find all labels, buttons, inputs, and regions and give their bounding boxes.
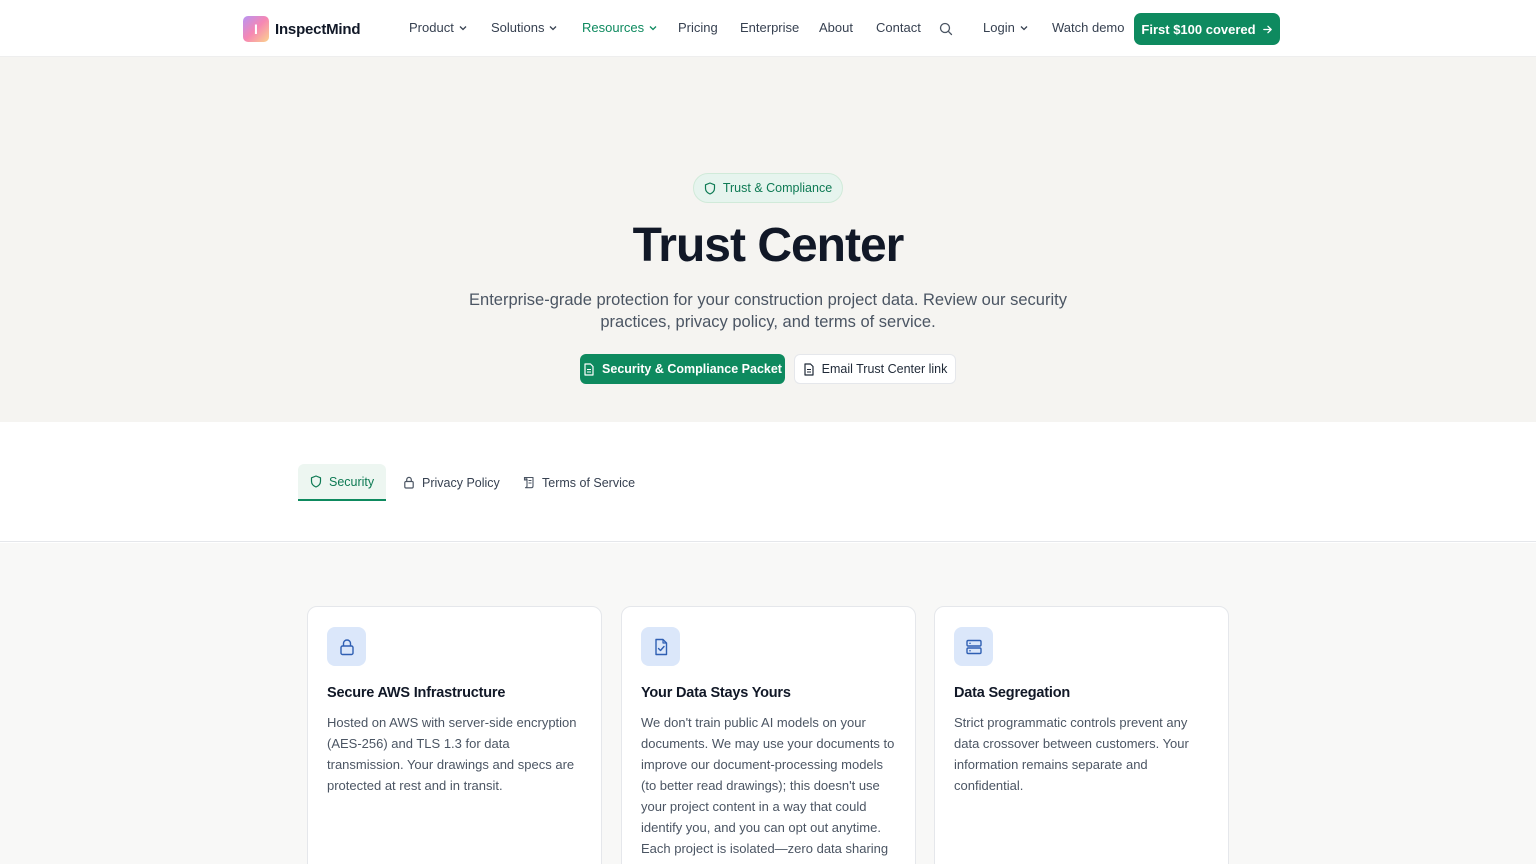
first-100-covered-button[interactable]: First $100 covered [1134,13,1280,45]
card-icon-badge [641,627,680,666]
card-your-data-stays-yours: Your Data Stays Yours We don't train pub… [621,606,916,864]
brand-link[interactable]: I InspectMind [243,16,361,42]
login-dropdown[interactable]: Login [983,20,1029,35]
chevron-down-icon [649,25,657,30]
arrow-right-icon [1262,25,1272,33]
nav-item-enterprise[interactable]: Enterprise [740,20,799,35]
card-text: Hosted on AWS with server-side encryptio… [327,715,577,793]
watch-demo-label: Watch demo [1052,20,1125,35]
card-text: We don't train public AI models on your … [641,715,895,864]
lock-icon [339,638,354,655]
primary-button-label: Security & Compliance Packet [602,362,782,376]
server-icon [965,639,982,654]
card-title: Data Segregation [954,685,1071,701]
nav-item-label: Enterprise [740,20,800,35]
security-compliance-packet-button[interactable]: Security & Compliance Packet [580,354,785,384]
scroll-icon [523,476,534,489]
nav-item-label: About [819,20,853,35]
nav-item-label: Pricing [678,20,718,35]
card-data-segregation: Data Segregation Strict programmatic con… [934,606,1229,864]
trust-compliance-badge: Trust & Compliance [693,173,843,203]
brand-logo-initial: I [254,21,258,37]
lock-icon [404,476,414,489]
file-check-icon [654,638,667,655]
watch-demo-link[interactable]: Watch demo [1052,20,1125,35]
tab-label: Terms of Service [542,475,636,490]
nav-item-label: Solutions [491,20,545,35]
chevron-down-icon [1020,25,1028,30]
chevron-down-icon [459,25,467,30]
nav-item-contact[interactable]: Contact [876,20,921,35]
shield-icon [704,181,715,195]
nav-item-pricing[interactable]: Pricing [678,20,718,35]
document-icon [804,362,814,376]
security-cards-section: Secure AWS Infrastructure Hosted on AWS … [0,543,1536,864]
page-title: Trust Center [632,219,905,272]
nav-item-label: Resources [582,20,645,35]
nav-item-resources[interactable]: Resources [582,20,658,35]
secondary-button-label: Email Trust Center link [821,362,948,376]
document-icon [584,362,594,376]
tab-security[interactable]: Security [298,464,387,501]
tab-terms-of-service[interactable]: Terms of Service [511,464,647,501]
nav-item-label: Product [409,20,454,35]
card-secure-aws-infrastructure: Secure AWS Infrastructure Hosted on AWS … [307,606,602,864]
email-trust-center-link-button[interactable]: Email Trust Center link [794,354,956,384]
card-icon-badge [954,627,993,666]
tab-label: Privacy Policy [422,475,500,490]
badge-label: Trust & Compliance [722,181,833,195]
shield-icon [310,475,322,488]
hero-section: Trust & Compliance Trust Center Enterpri… [0,57,1536,422]
tab-privacy-policy[interactable]: Privacy Policy [391,464,512,501]
nav-item-solutions[interactable]: Solutions [491,20,558,35]
card-text: Strict programmatic controls prevent any… [954,715,1189,793]
card-icon-badge [327,627,366,666]
top-nav: I InspectMind Product Solutions Resource… [0,0,1536,57]
chevron-down-icon [550,25,557,30]
login-label: Login [983,20,1015,35]
nav-item-label: Contact [876,20,921,35]
tab-label: Security [329,474,375,489]
nav-item-product[interactable]: Product [409,20,468,35]
nav-item-about[interactable]: About [819,20,853,35]
search-icon[interactable] [938,21,954,37]
tabs-bar: Security Privacy Policy Terms of Service [0,422,1536,542]
hero-subtitle: Enterprise-grade protection for your con… [469,291,1067,331]
brand-name: InspectMind [275,20,361,38]
card-title: Secure AWS Infrastructure [327,685,506,701]
card-title: Your Data Stays Yours [641,685,791,701]
cta-label: First $100 covered [1141,21,1256,37]
brand-logo: I [243,16,269,42]
